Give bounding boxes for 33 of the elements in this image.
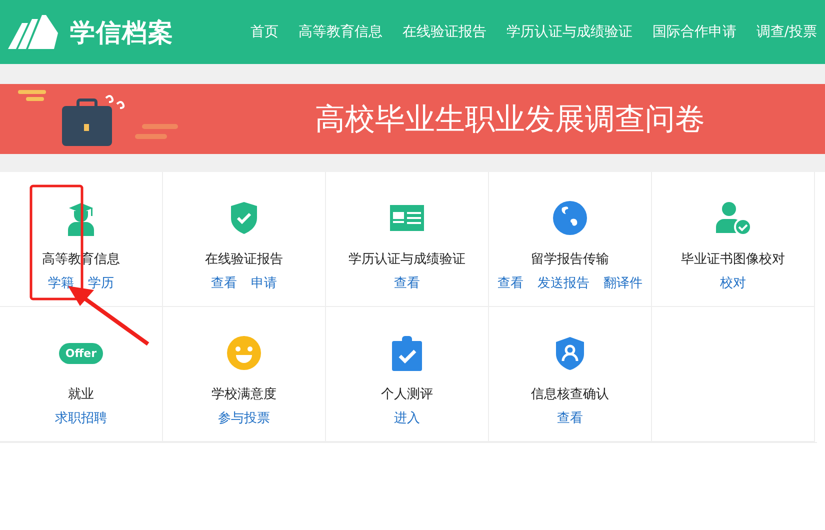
service-link[interactable]: 进入 <box>394 409 420 427</box>
service-title: 就业 <box>68 386 94 403</box>
survey-banner[interactable]: 高校毕业生职业发展调查问卷 <box>0 84 825 154</box>
service-title: 信息核查确认 <box>531 386 609 403</box>
clipboard-check-icon <box>392 336 422 370</box>
service-title: 留学报告传输 <box>531 251 609 268</box>
banner-title: 高校毕业生职业发展调查问卷 <box>315 100 705 138</box>
service-link[interactable]: 校对 <box>720 274 746 292</box>
shield-user-icon <box>555 336 585 370</box>
service-title: 毕业证书图像校对 <box>681 251 785 268</box>
shield-check-icon <box>230 201 258 235</box>
smiley-icon <box>227 336 261 370</box>
service-link[interactable]: 查看 <box>394 274 420 292</box>
service-link[interactable]: 查看 <box>498 274 524 292</box>
graduate-icon <box>67 200 95 236</box>
globe-icon <box>553 201 587 235</box>
service-link[interactable]: 查看 <box>557 409 583 427</box>
logo-text: 学信档案 <box>70 16 174 48</box>
service-link[interactable]: 申请 <box>251 274 277 292</box>
service-link[interactable]: 发送报告 <box>538 274 590 292</box>
service-title: 学历认证与成绩验证 <box>348 251 466 268</box>
service-title: 在线验证报告 <box>205 251 283 268</box>
service-title: 高等教育信息 <box>42 250 120 268</box>
id-card-icon <box>390 205 424 231</box>
service-link[interactable]: 学历 <box>88 274 114 292</box>
offer-badge: Offer <box>59 342 103 364</box>
service-title: 学校满意度 <box>212 386 276 403</box>
service-link[interactable]: 查看 <box>211 274 237 292</box>
user-check-icon <box>715 201 751 235</box>
service-link[interactable]: 参与投票 <box>218 409 270 427</box>
service-link[interactable]: 求职招聘 <box>55 409 107 427</box>
service-link[interactable]: 翻译件 <box>604 274 642 292</box>
service-title: 个人测评 <box>381 386 433 403</box>
